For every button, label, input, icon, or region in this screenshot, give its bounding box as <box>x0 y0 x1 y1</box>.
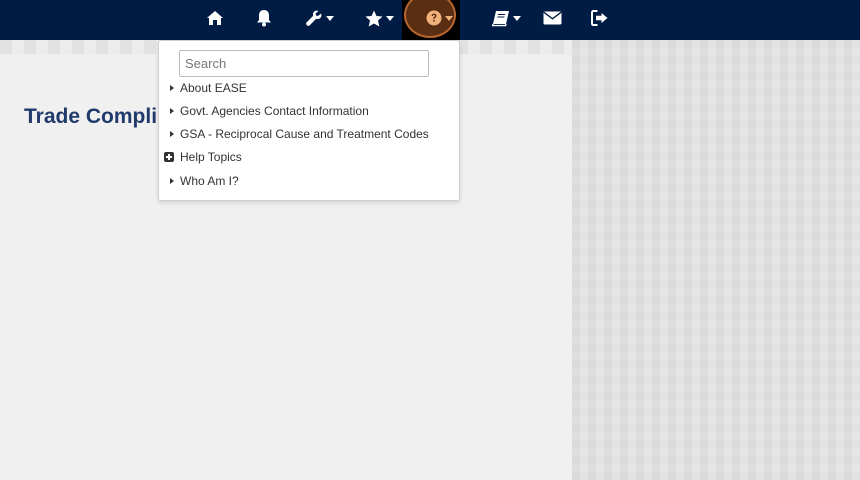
menu-item-gsa-codes[interactable]: GSA - Reciprocal Cause and Treatment Cod… <box>159 124 459 144</box>
menu-item-label: About EASE <box>180 81 247 95</box>
bell-icon <box>257 10 271 27</box>
favorites-menu-button[interactable] <box>361 0 397 36</box>
help-dropdown-menu: About EASE Govt. Agencies Contact Inform… <box>158 40 460 201</box>
tools-menu-button[interactable] <box>301 0 337 36</box>
menu-item-help-topics[interactable]: Help Topics <box>159 147 459 167</box>
help-search-input[interactable] <box>179 50 429 77</box>
envelope-icon <box>542 11 562 25</box>
menu-item-who-am-i[interactable]: Who Am I? <box>159 171 459 191</box>
chevron-down-icon <box>512 15 521 21</box>
menu-item-label: Who Am I? <box>180 174 239 188</box>
question-icon <box>426 10 441 26</box>
notifications-button[interactable] <box>252 0 276 36</box>
wrench-icon <box>305 10 321 26</box>
help-menu-button[interactable] <box>420 0 458 36</box>
caret-right-icon <box>170 85 174 91</box>
chevron-down-icon <box>444 15 453 21</box>
home-button[interactable] <box>203 0 227 36</box>
caret-right-icon <box>170 131 174 137</box>
caret-right-icon <box>170 108 174 114</box>
star-icon <box>365 10 382 26</box>
page-title: Trade Compli <box>24 105 158 128</box>
chevron-down-icon <box>325 15 334 21</box>
resources-menu-button[interactable] <box>489 0 523 36</box>
background-pattern-panel <box>572 40 860 480</box>
top-navbar <box>0 0 860 40</box>
home-icon <box>207 11 223 25</box>
caret-right-icon <box>170 178 174 184</box>
sign-out-button[interactable] <box>590 0 610 36</box>
sign-out-icon <box>591 10 608 26</box>
menu-item-govt-agencies-contact[interactable]: Govt. Agencies Contact Information <box>159 101 459 121</box>
menu-item-label: GSA - Reciprocal Cause and Treatment Cod… <box>180 127 429 141</box>
chevron-down-icon <box>385 15 394 21</box>
expand-plus-icon[interactable] <box>164 152 174 162</box>
menu-item-label: Help Topics <box>180 150 242 164</box>
messages-button[interactable] <box>541 0 563 36</box>
book-icon <box>491 10 509 26</box>
menu-item-about-ease[interactable]: About EASE <box>159 78 459 98</box>
menu-item-label: Govt. Agencies Contact Information <box>180 104 369 118</box>
